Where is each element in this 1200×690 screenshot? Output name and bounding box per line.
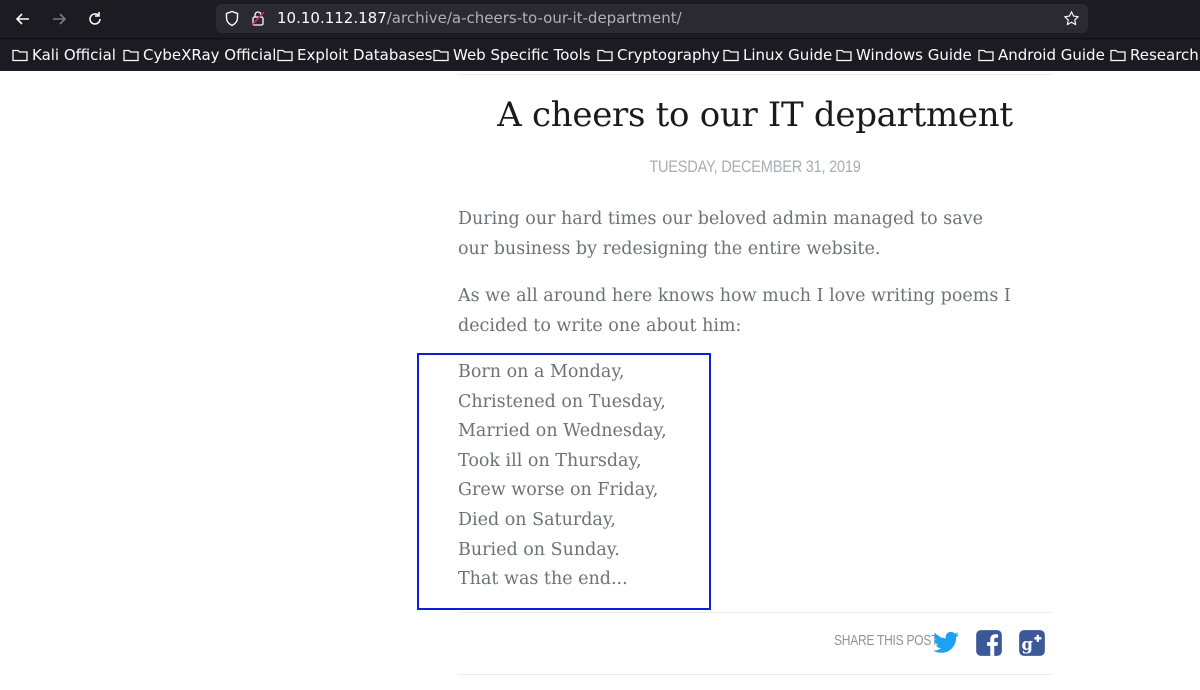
folder-icon <box>836 49 852 62</box>
bookmark-label: Web Specific Tools <box>453 46 591 64</box>
folder-icon <box>723 49 739 62</box>
bookmark-research[interactable]: Research <box>1110 45 1199 65</box>
poem: Born on a Monday, Christened on Tuesday,… <box>458 358 667 595</box>
bookmark-exploit-databases[interactable]: Exploit Databases <box>277 45 432 65</box>
bookmark-label: Kali Official <box>32 46 116 64</box>
folder-icon <box>12 49 28 62</box>
poem-line: Died on Saturday, <box>458 509 616 530</box>
poem-line: Christened on Tuesday, <box>458 391 666 412</box>
poem-line: Grew worse on Friday, <box>458 480 659 501</box>
twitter-icon[interactable] <box>932 629 960 657</box>
url-host: 10.10.112.187 <box>277 9 387 27</box>
bookmark-windows-guide[interactable]: Windows Guide <box>836 45 972 65</box>
bookmark-label: Windows Guide <box>856 46 972 64</box>
poem-line: Buried on Sunday. <box>458 539 620 560</box>
folder-icon <box>433 49 449 62</box>
post-paragraph: During our hard times our beloved admin … <box>458 209 983 259</box>
bookmark-cybexray-official[interactable]: CybeXRay Official <box>123 45 276 65</box>
bookmark-cryptography[interactable]: Cryptography <box>597 45 720 65</box>
bookmark-label: Linux Guide <box>743 46 833 64</box>
folder-icon <box>1110 49 1126 62</box>
top-divider <box>458 74 1052 75</box>
page-content: A cheers to our IT department TUESDAY, D… <box>0 71 1200 690</box>
folder-icon <box>597 49 613 62</box>
share-label: SHARE THIS POST <box>834 632 939 649</box>
post-date: TUESDAY, DECEMBER 31, 2019 <box>649 157 861 176</box>
folder-icon <box>277 49 293 62</box>
bookmark-label: CybeXRay Official <box>143 46 277 64</box>
reload-icon[interactable] <box>82 6 108 32</box>
folder-icon <box>978 49 994 62</box>
shield-icon[interactable] <box>224 10 240 31</box>
star-icon[interactable] <box>1060 7 1082 29</box>
post-paragraph: As we all around here knows how much I l… <box>458 286 1011 336</box>
url-bar[interactable]: 10.10.112.187/archive/a-cheers-to-our-it… <box>216 4 1088 33</box>
svg-text:g: g <box>1022 635 1034 654</box>
poem-line: That was the end... <box>458 569 628 590</box>
google-plus-icon[interactable]: g <box>1018 629 1046 657</box>
folder-icon <box>123 49 139 62</box>
arrow-right-icon[interactable] <box>46 6 72 32</box>
arrow-left-icon[interactable] <box>10 6 36 32</box>
poem-line: Born on a Monday, <box>458 362 625 382</box>
poem-line: Married on Wednesday, <box>458 421 667 442</box>
url-text[interactable]: 10.10.112.187/archive/a-cheers-to-our-it… <box>277 9 682 28</box>
bookmark-android-guide[interactable]: Android Guide <box>978 45 1105 65</box>
bookmark-label: Android Guide <box>998 46 1105 64</box>
browser-toolbar: 10.10.112.187/archive/a-cheers-to-our-it… <box>0 0 1200 38</box>
facebook-icon[interactable] <box>975 629 1003 657</box>
bookmark-kali-official[interactable]: Kali Official <box>12 45 116 65</box>
bookmarks-bar: Kali Official CybeXRay Official Exploit … <box>0 38 1200 71</box>
bookmark-linux-guide[interactable]: Linux Guide <box>723 45 832 65</box>
bookmark-label: Exploit Databases <box>297 46 433 64</box>
url-path: /archive/a-cheers-to-our-it-department/ <box>386 9 682 27</box>
poem-line: Took ill on Thursday, <box>458 450 642 471</box>
share-divider-bottom <box>458 674 1052 675</box>
post-title: A cheers to our IT department <box>497 95 1013 135</box>
bookmark-label: Cryptography <box>617 46 720 64</box>
bookmark-web-specific-tools[interactable]: Web Specific Tools <box>433 45 591 65</box>
bookmark-label: Research <box>1130 46 1199 64</box>
share-divider-top <box>458 612 1052 613</box>
insecure-lock-icon[interactable] <box>250 10 266 31</box>
